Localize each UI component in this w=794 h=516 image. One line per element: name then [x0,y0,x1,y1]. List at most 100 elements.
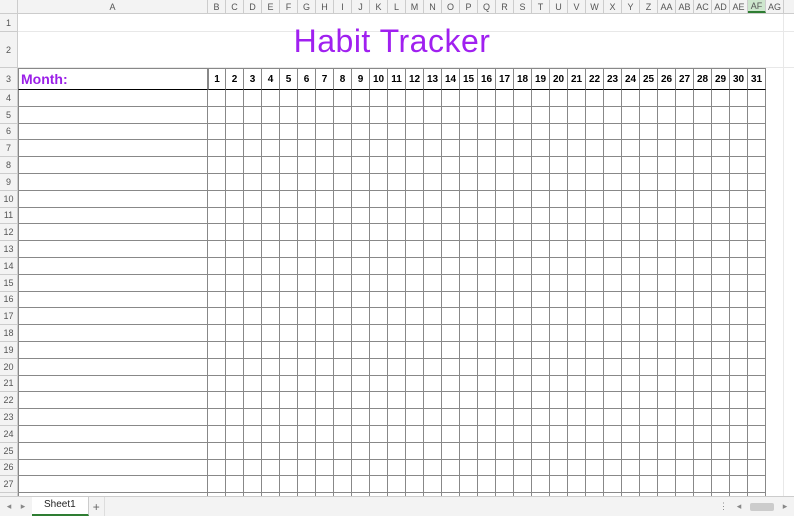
tick-cell[interactable] [460,174,478,191]
tick-cell[interactable] [658,359,676,376]
tick-cell[interactable] [208,241,226,258]
tick-cell[interactable] [442,275,460,292]
tick-cell[interactable] [262,376,280,393]
tick-cell[interactable] [442,90,460,107]
tick-cell[interactable] [676,174,694,191]
tick-cell[interactable] [334,124,352,141]
tick-cell[interactable] [388,443,406,460]
tick-cell[interactable] [532,208,550,225]
tick-cell[interactable] [370,90,388,107]
tick-cell[interactable] [442,258,460,275]
tick-cell[interactable] [316,443,334,460]
tick-cell[interactable] [514,241,532,258]
tick-cell[interactable] [568,107,586,124]
tick-cell[interactable] [334,376,352,393]
tick-cell[interactable] [298,90,316,107]
tick-cell[interactable] [316,376,334,393]
tick-cell[interactable] [226,376,244,393]
row-header-19[interactable]: 19 [0,342,17,359]
tick-cell[interactable] [532,224,550,241]
tick-cell[interactable] [316,191,334,208]
tick-cell[interactable] [712,325,730,342]
tick-cell[interactable] [712,107,730,124]
tick-cell[interactable] [568,157,586,174]
tick-cell[interactable] [622,392,640,409]
column-header-T[interactable]: T [532,0,550,13]
tick-cell[interactable] [352,409,370,426]
tick-cell[interactable] [424,208,442,225]
row-header-7[interactable]: 7 [0,140,17,157]
day-header-22[interactable]: 22 [586,68,604,90]
row-header-23[interactable]: 23 [0,409,17,426]
tick-cell[interactable] [226,90,244,107]
tick-cell[interactable] [550,376,568,393]
tick-cell[interactable] [730,342,748,359]
tick-cell[interactable] [280,124,298,141]
tick-cell[interactable] [334,140,352,157]
tick-cell[interactable] [208,124,226,141]
tick-cell[interactable] [496,124,514,141]
tick-cell[interactable] [748,140,766,157]
tick-cell[interactable] [208,426,226,443]
tick-cell[interactable] [568,241,586,258]
tick-cell[interactable] [694,359,712,376]
tick-cell[interactable] [496,258,514,275]
tick-cell[interactable] [694,258,712,275]
day-header-8[interactable]: 8 [334,68,352,90]
habit-name-cell[interactable] [18,359,208,376]
tick-cell[interactable] [370,308,388,325]
tick-cell[interactable] [658,376,676,393]
tick-cell[interactable] [226,107,244,124]
tick-cell[interactable] [208,90,226,107]
tick-cell[interactable] [676,359,694,376]
day-header-19[interactable]: 19 [532,68,550,90]
tick-cell[interactable] [370,376,388,393]
tick-cell[interactable] [460,208,478,225]
tick-cell[interactable] [586,275,604,292]
tick-cell[interactable] [244,258,262,275]
column-header-N[interactable]: N [424,0,442,13]
tick-cell[interactable] [370,174,388,191]
tick-cell[interactable] [262,208,280,225]
tick-cell[interactable] [244,124,262,141]
tick-cell[interactable] [280,140,298,157]
tick-cell[interactable] [298,359,316,376]
tick-cell[interactable] [586,241,604,258]
tick-cell[interactable] [442,140,460,157]
tick-cell[interactable] [352,325,370,342]
tick-cell[interactable] [604,476,622,493]
tick-cell[interactable] [352,107,370,124]
day-header-10[interactable]: 10 [370,68,388,90]
tick-cell[interactable] [280,308,298,325]
tick-cell[interactable] [352,392,370,409]
tick-cell[interactable] [298,409,316,426]
tick-cell[interactable] [622,308,640,325]
tick-cell[interactable] [658,140,676,157]
tick-cell[interactable] [748,376,766,393]
tick-cell[interactable] [406,224,424,241]
day-header-31[interactable]: 31 [748,68,766,90]
tick-cell[interactable] [676,308,694,325]
tick-cell[interactable] [208,224,226,241]
tick-cell[interactable] [568,359,586,376]
tick-cell[interactable] [676,90,694,107]
tick-cell[interactable] [406,476,424,493]
tick-cell[interactable] [316,292,334,309]
tick-cell[interactable] [514,208,532,225]
column-header-O[interactable]: O [442,0,460,13]
tick-cell[interactable] [730,174,748,191]
row-header-24[interactable]: 24 [0,426,17,443]
tick-cell[interactable] [226,157,244,174]
tick-cell[interactable] [514,140,532,157]
tick-cell[interactable] [370,275,388,292]
tick-cell[interactable] [316,258,334,275]
tick-cell[interactable] [298,275,316,292]
tick-cell[interactable] [460,443,478,460]
tick-cell[interactable] [730,443,748,460]
row-header-10[interactable]: 10 [0,191,17,208]
tick-cell[interactable] [334,460,352,477]
tick-cell[interactable] [262,342,280,359]
column-header-I[interactable]: I [334,0,352,13]
tick-cell[interactable] [280,224,298,241]
tick-cell[interactable] [352,157,370,174]
